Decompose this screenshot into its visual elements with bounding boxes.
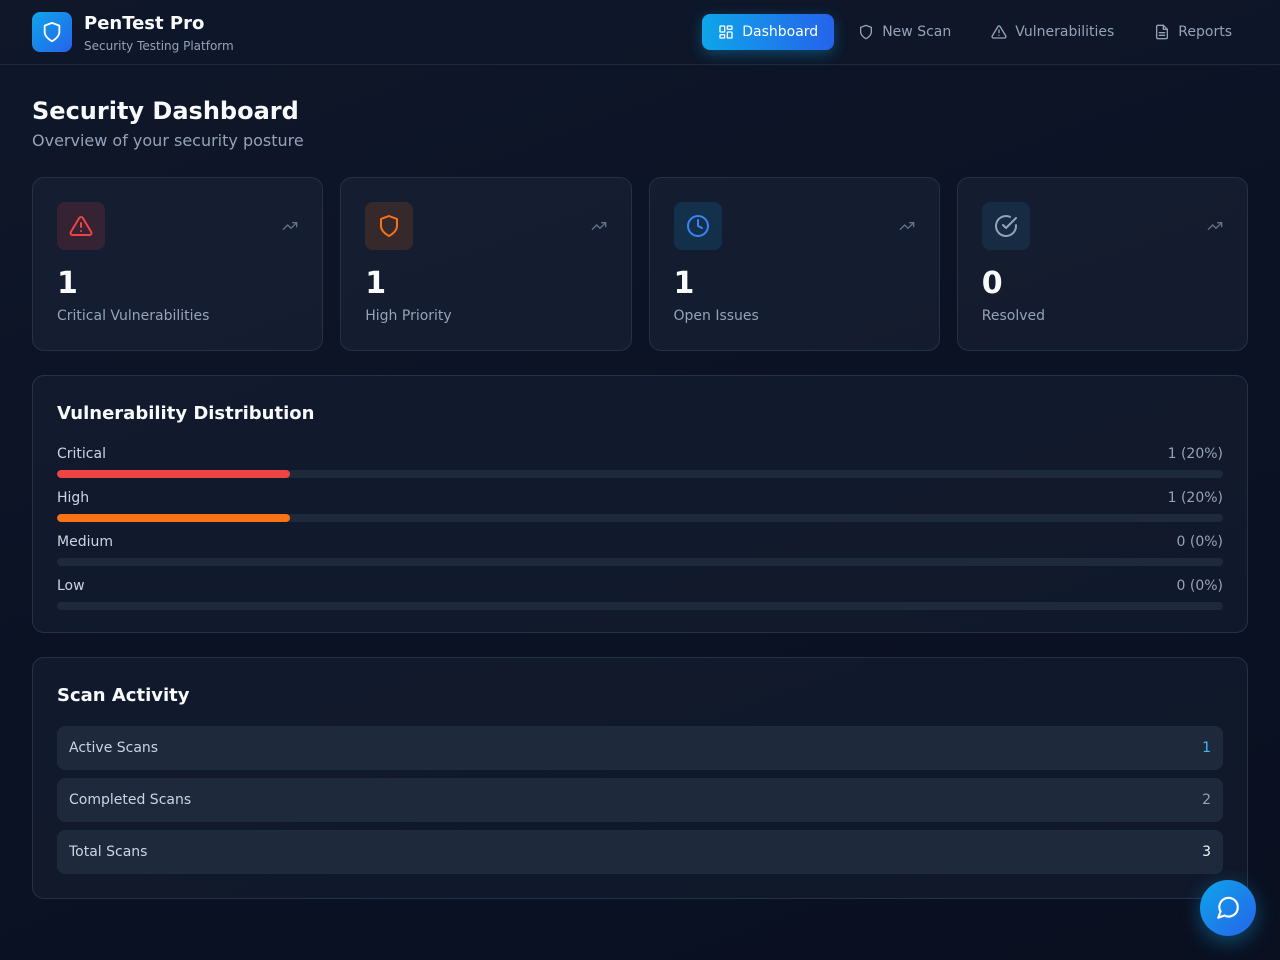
distribution-value: 1 (20%) [1167, 446, 1223, 462]
scan-label: Completed Scans [69, 792, 192, 808]
nav-dashboard[interactable]: Dashboard [702, 14, 835, 50]
distribution-label: Low [57, 578, 85, 594]
nav-vulnerabilities-label: Vulnerabilities [1015, 24, 1115, 40]
progress-track [57, 470, 1223, 478]
scan-activity-panel: Scan Activity Active Scans 1 Completed S… [32, 657, 1248, 899]
panel-title: Vulnerability Distribution [57, 403, 315, 424]
app-title: PenTest Pro [84, 13, 205, 34]
stat-value: 1 [673, 266, 695, 301]
stat-value: 0 [981, 266, 1003, 301]
vulnerability-distribution-panel: Vulnerability Distribution Critical 1 (2… [32, 375, 1248, 633]
trending-up-icon [899, 222, 915, 230]
progress-track [57, 602, 1223, 610]
scan-row-active[interactable]: Active Scans 1 [57, 726, 1223, 770]
distribution-row-low: Low 0 (0%) [57, 578, 1223, 610]
app-subtitle: Security Testing Platform [84, 39, 234, 53]
nav-dashboard-label: Dashboard [742, 24, 819, 40]
scan-value: 1 [1202, 740, 1211, 756]
chat-bubble-icon [1217, 896, 1239, 919]
nav-reports-label: Reports [1178, 24, 1232, 40]
app-header: PenTest Pro Security Testing Platform Da… [0, 0, 1280, 65]
nav-new-scan[interactable]: New Scan [842, 14, 967, 50]
main-nav: Dashboard New Scan Vulnerabilities Repor… [702, 14, 1248, 50]
alert-triangle-icon [69, 215, 93, 236]
distribution-label: Critical [57, 446, 106, 462]
stat-label: High Priority [365, 308, 452, 324]
grid-icon [719, 25, 733, 39]
page-subtitle: Overview of your security posture [32, 131, 304, 150]
distribution-row-medium: Medium 0 (0%) [57, 534, 1223, 566]
document-icon [1156, 24, 1169, 40]
stat-card-high[interactable]: 1 High Priority [340, 177, 632, 351]
trending-up-icon [282, 222, 298, 230]
distribution-value: 0 (0%) [1176, 534, 1224, 550]
progress-track [57, 558, 1223, 566]
scan-row-completed[interactable]: Completed Scans 2 [57, 778, 1223, 822]
stat-value: 1 [57, 266, 78, 301]
stat-card-resolved[interactable]: 0 Resolved [956, 177, 1248, 351]
stat-card-open[interactable]: 1 Open Issues [648, 177, 940, 351]
panel-title: Scan Activity [57, 685, 190, 706]
scan-value: 3 [1202, 844, 1211, 860]
stat-label: Resolved [981, 308, 1045, 324]
nav-reports[interactable]: Reports [1138, 14, 1248, 50]
chat-button[interactable] [1200, 880, 1256, 936]
shield-icon [860, 24, 873, 40]
distribution-value: 1 (20%) [1167, 490, 1223, 506]
progress-track [57, 514, 1223, 522]
scan-value: 2 [1202, 792, 1211, 808]
progress-fill [57, 514, 291, 522]
warning-icon [991, 25, 1007, 39]
distribution-value: 0 (0%) [1176, 578, 1224, 594]
clock-icon [686, 215, 709, 237]
page-title: Security Dashboard [32, 97, 299, 125]
scan-row-total[interactable]: Total Scans 3 [57, 830, 1223, 874]
app-logo[interactable] [32, 12, 72, 52]
distribution-row-high: High 1 (20%) [57, 490, 1223, 522]
scan-label: Total Scans [69, 844, 148, 860]
stat-label: Open Issues [673, 308, 759, 324]
progress-fill [57, 470, 291, 478]
check-circle-icon [994, 215, 1017, 237]
stats-row: 1 Critical Vulnerabilities 1 High Priori… [32, 177, 1248, 351]
stat-icon-box [365, 202, 414, 250]
trending-up-icon [591, 222, 606, 230]
scan-label: Active Scans [69, 740, 159, 756]
stat-icon-box [981, 202, 1030, 250]
stat-icon-box [673, 202, 722, 250]
nav-new-scan-label: New Scan [882, 24, 952, 40]
distribution-label: Medium [57, 534, 113, 550]
shield-icon [43, 21, 61, 43]
stat-label: Critical Vulnerabilities [57, 308, 210, 324]
distribution-label: High [57, 490, 90, 506]
shield-icon [380, 215, 399, 237]
stat-value: 1 [365, 266, 387, 301]
nav-vulnerabilities[interactable]: Vulnerabilities [975, 14, 1130, 50]
stat-card-critical[interactable]: 1 Critical Vulnerabilities [32, 177, 324, 351]
stat-icon-box [57, 202, 105, 250]
distribution-row-critical: Critical 1 (20%) [57, 446, 1223, 478]
trending-up-icon [1207, 222, 1223, 230]
